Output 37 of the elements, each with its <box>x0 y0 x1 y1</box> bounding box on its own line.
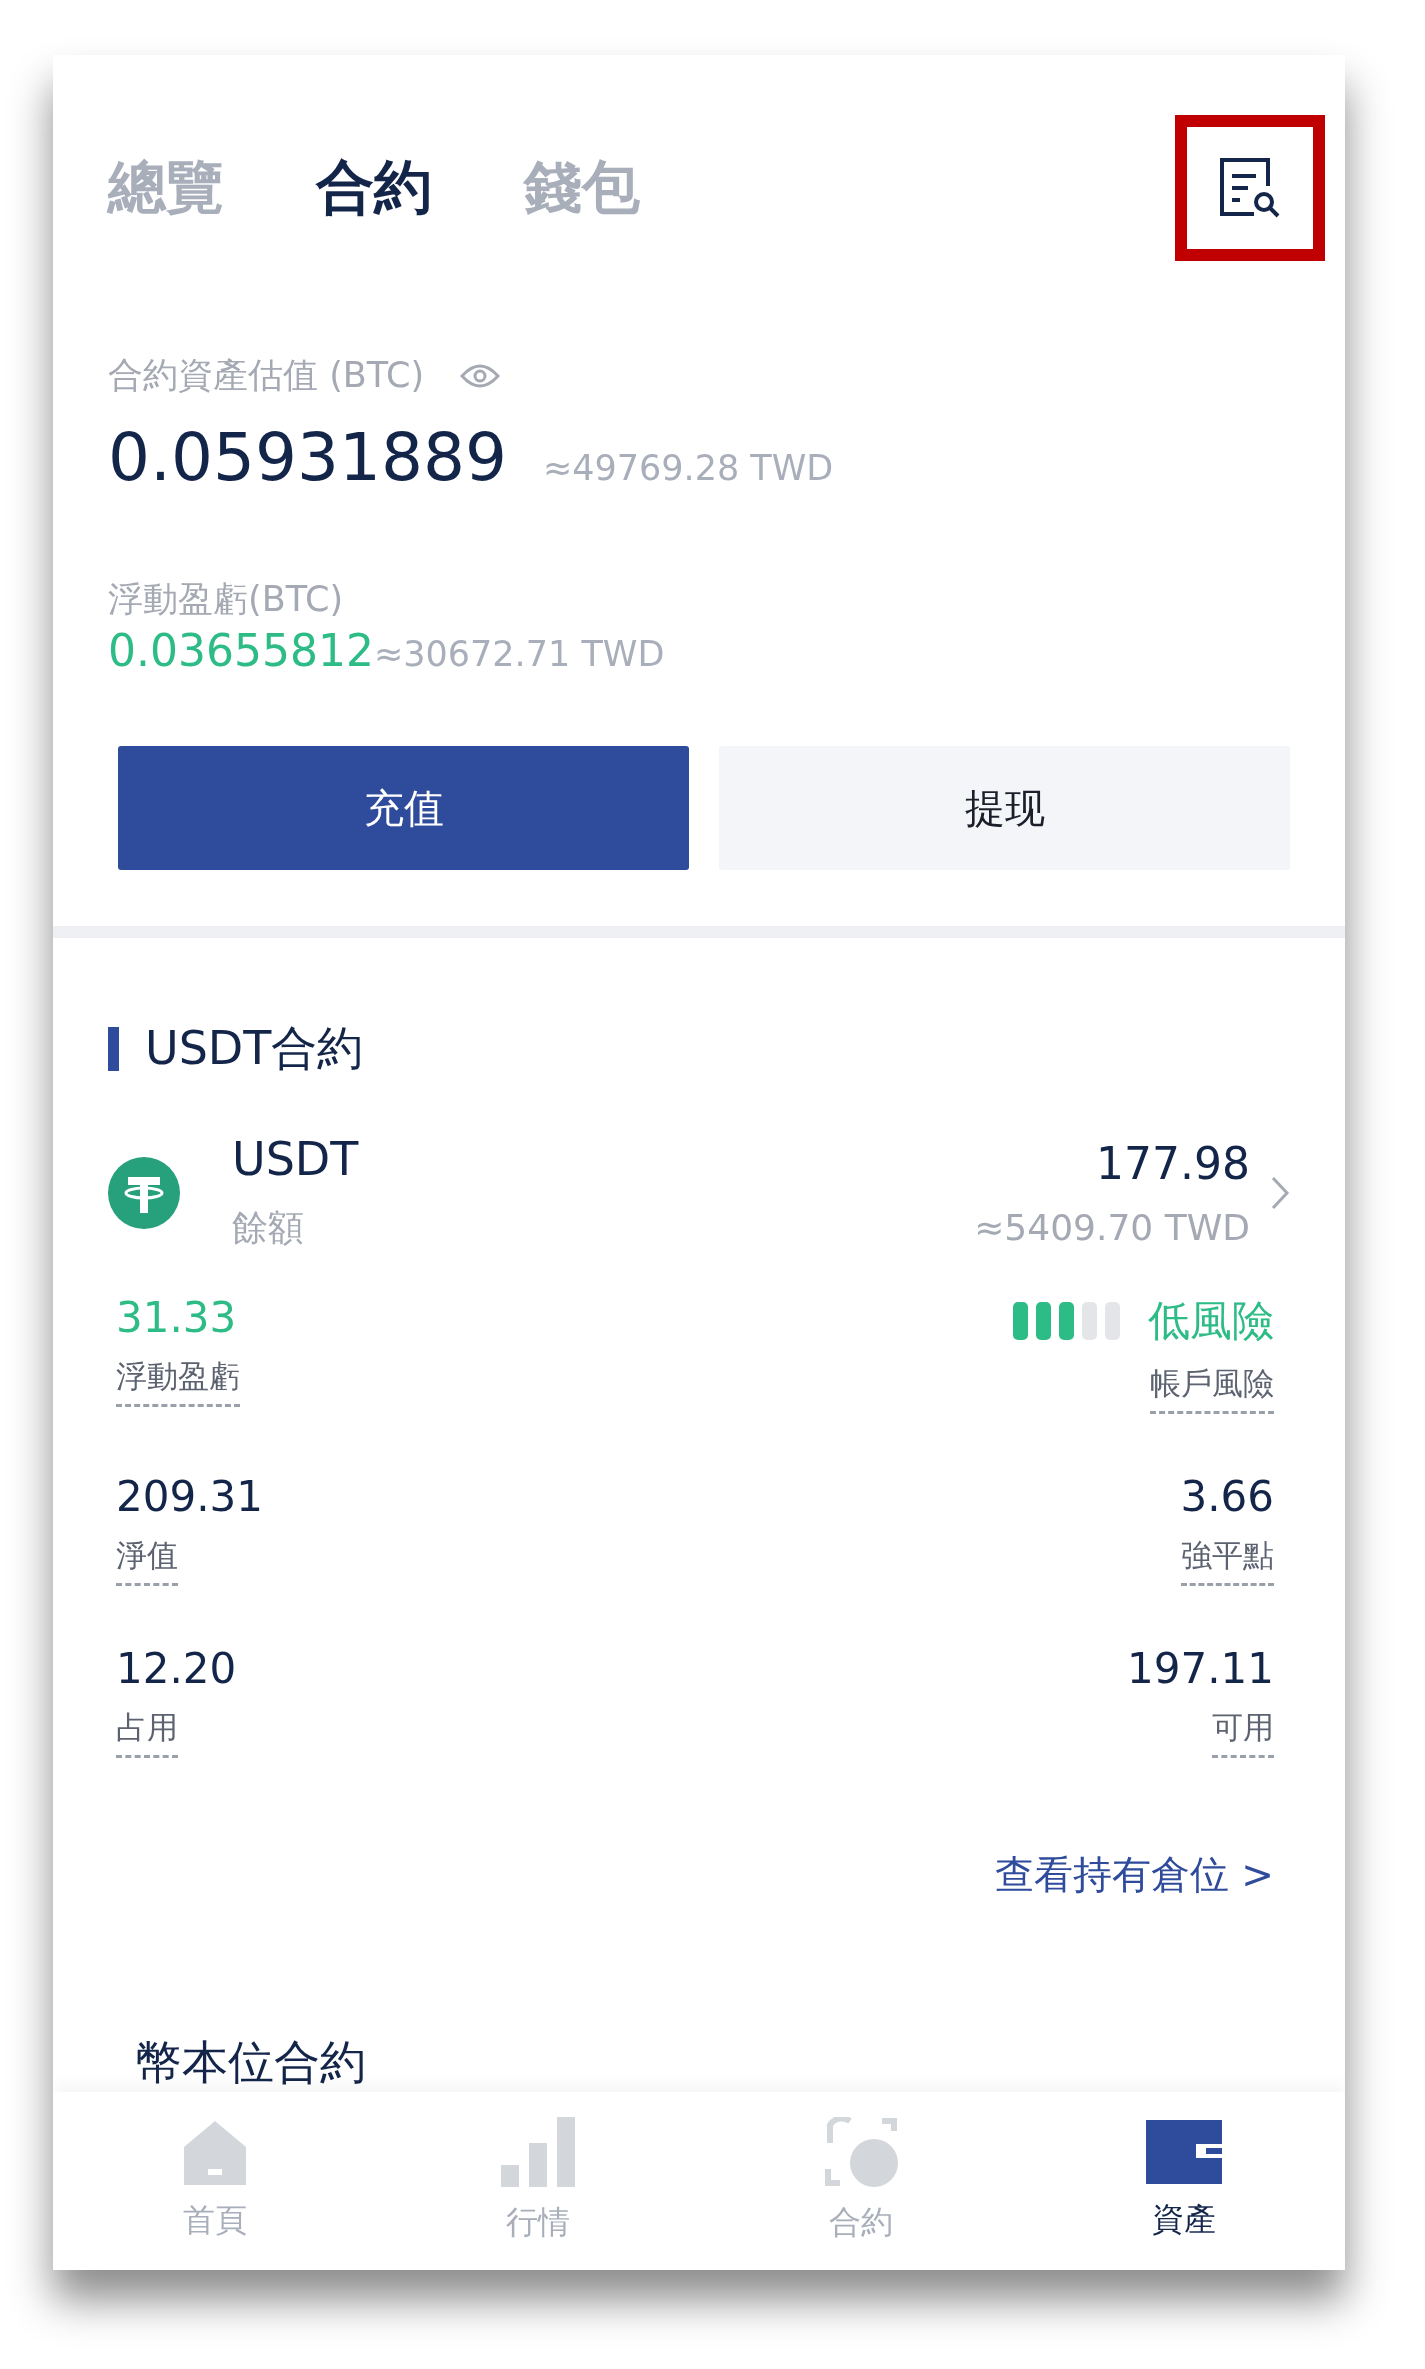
tab[interactable]: 合約 <box>316 148 432 227</box>
stat-label[interactable]: 可用 <box>1212 1707 1274 1758</box>
stat-value: 12.20 <box>116 1644 237 1693</box>
pnl-value: 0.03655812 <box>108 625 374 676</box>
asset-value: 0.05931889 <box>108 419 507 496</box>
bar-chart-icon <box>500 2117 575 2187</box>
wallet-icon <box>1145 2120 1222 2184</box>
home-icon <box>181 2119 248 2185</box>
stat-value: 3.66 <box>1180 1472 1274 1521</box>
balance-value: 177.98 <box>1096 1137 1250 1189</box>
circle-frame-icon <box>823 2117 898 2187</box>
view-positions-link[interactable]: 查看持有倉位 > <box>994 1848 1274 1902</box>
section-title: 幣本位合約 <box>136 2034 367 2091</box>
stat-label[interactable]: 浮動盈虧 <box>116 1356 240 1407</box>
document-search-icon[interactable] <box>1218 155 1282 220</box>
balance-approx: ≈5409.70 TWD <box>974 1206 1250 1248</box>
stat-value: 209.31 <box>116 1472 263 1521</box>
asset-value-label: 合約資產估值 (BTC) <box>108 354 425 397</box>
pnl-approx: ≈30672.71 TWD <box>373 634 665 674</box>
stat-label[interactable]: 淨值 <box>116 1535 178 1586</box>
withdraw-button[interactable]: 提现 <box>719 746 1290 870</box>
coin-icon <box>108 1156 180 1229</box>
balance-label: 餘額 <box>232 1206 305 1250</box>
stat-value: 197.11 <box>1127 1644 1274 1693</box>
stat-label[interactable]: 占用 <box>116 1707 178 1758</box>
asset-name: USDT <box>232 1132 359 1186</box>
stat-label[interactable]: 強平點 <box>1181 1535 1274 1586</box>
section-title: USDT合約 <box>145 1020 364 1077</box>
section-marker <box>108 1027 119 1071</box>
nav-item[interactable]: 資產 <box>1022 2092 1345 2270</box>
pnl-label: 浮動盈虧(BTC) <box>108 578 345 621</box>
chevron-right-icon[interactable] <box>1270 1174 1290 1211</box>
stat-value: 31.33 <box>116 1293 237 1342</box>
stat-label[interactable]: 帳戶風險 <box>1150 1363 1274 1414</box>
deposit-button[interactable]: 充值 <box>118 746 689 870</box>
asset-value-approx: ≈49769.28 TWD <box>542 448 834 488</box>
risk-level: 低風險 <box>1148 1295 1274 1347</box>
